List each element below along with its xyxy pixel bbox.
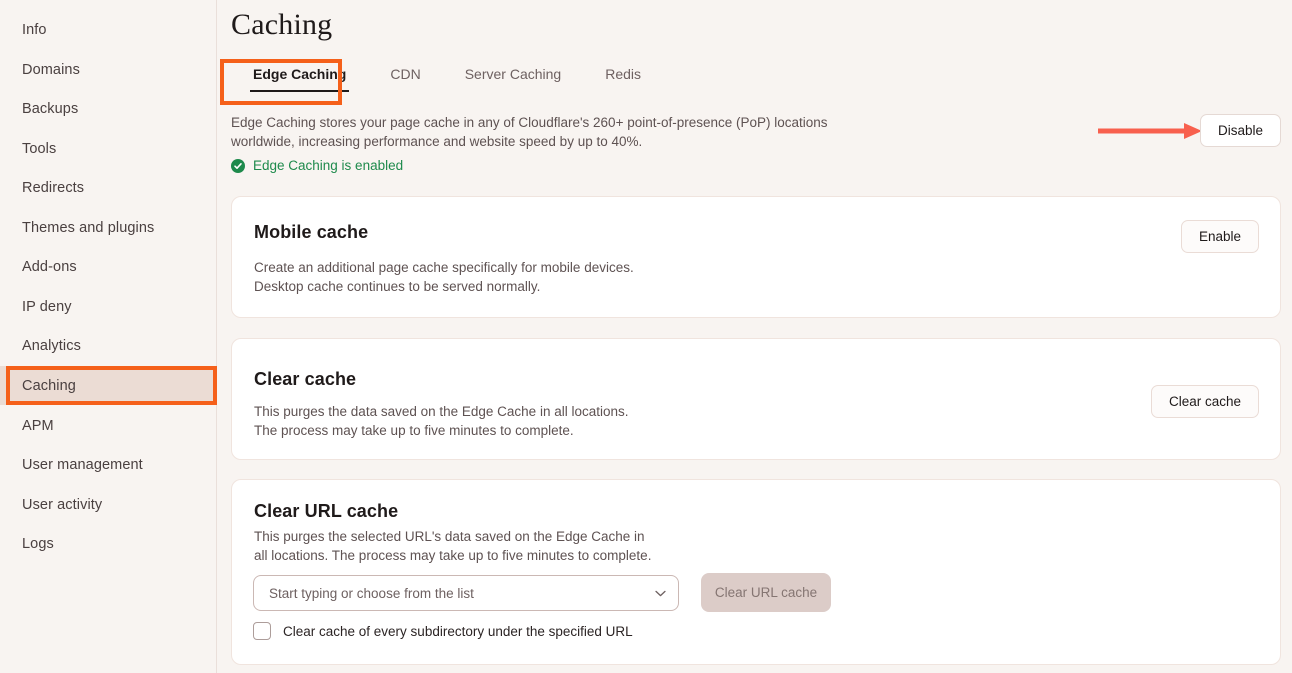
disable-button[interactable]: Disable <box>1199 114 1281 147</box>
sidebar-item-label: IP deny <box>22 298 72 315</box>
tab-bar: Edge Caching CDN Server Caching Redis <box>231 62 663 98</box>
clear-cache-button[interactable]: Clear cache <box>1150 385 1259 418</box>
sidebar-item-label: Info <box>22 21 47 38</box>
tab-edge-caching[interactable]: Edge Caching <box>231 62 368 94</box>
sidebar-item-label: Logs <box>22 535 54 552</box>
tab-cdn[interactable]: CDN <box>368 62 442 94</box>
clear-url-cache-card: Clear URL cache This purges the selected… <box>231 479 1281 665</box>
sidebar-item-ip-deny[interactable]: IP deny <box>0 287 217 326</box>
sidebar: Info Domains Backups Tools Redirects The… <box>0 0 217 673</box>
check-circle-icon <box>231 158 245 173</box>
sidebar-item-domains[interactable]: Domains <box>0 50 217 89</box>
sidebar-item-label: APM <box>22 417 54 434</box>
sidebar-item-label: User activity <box>22 496 103 513</box>
mobile-cache-card: Mobile cache Create an additional page c… <box>231 196 1281 318</box>
clear-url-cache-description-line2: all locations. The process may take up t… <box>254 547 652 563</box>
disable-button-label: Disable <box>1217 123 1263 138</box>
enable-button-label: Enable <box>1198 229 1241 244</box>
mobile-cache-description-line2: Desktop cache continues to be served nor… <box>254 278 541 294</box>
tab-redis[interactable]: Redis <box>583 62 663 94</box>
edge-caching-description: Edge Caching stores your page cache in a… <box>231 115 828 149</box>
sidebar-item-label: Themes and plugins <box>22 219 155 236</box>
status-badge: Edge Caching is enabled <box>231 158 403 173</box>
enable-mobile-cache-button[interactable]: Enable <box>1180 220 1259 253</box>
clear-cache-card: Clear cache This purges the data saved o… <box>231 338 1281 460</box>
sidebar-item-add-ons[interactable]: Add-ons <box>0 247 217 286</box>
mobile-cache-title: Mobile cache <box>254 222 369 242</box>
tab-label: Edge Caching <box>253 66 347 82</box>
clear-url-cache-button[interactable]: Clear URL cache <box>701 573 831 612</box>
sidebar-item-info[interactable]: Info <box>0 10 217 49</box>
tab-server-caching[interactable]: Server Caching <box>443 62 584 94</box>
clear-cache-description-line1: This purges the data saved on the Edge C… <box>254 404 629 419</box>
tab-label: CDN <box>390 66 421 82</box>
tab-label: Redis <box>605 66 641 82</box>
mobile-cache-description: Create an additional page cache specific… <box>254 259 634 296</box>
clear-cache-description-line2: The process may take up to five minutes … <box>254 422 574 438</box>
sidebar-item-backups[interactable]: Backups <box>0 89 217 128</box>
clear-url-cache-description-line1: This purges the selected URL's data save… <box>254 529 645 544</box>
clear-cache-button-label: Clear cache <box>1168 394 1241 409</box>
sidebar-item-label: Caching <box>22 377 76 394</box>
sidebar-item-label: Analytics <box>22 337 81 354</box>
sidebar-item-label: Redirects <box>22 179 85 196</box>
chevron-down-icon <box>655 584 666 602</box>
sidebar-item-analytics[interactable]: Analytics <box>0 326 217 365</box>
clear-url-cache-description: This purges the selected URL's data save… <box>254 528 651 565</box>
arrow-right-icon <box>1098 123 1202 139</box>
page-title: Caching <box>231 8 333 41</box>
sidebar-item-label: Tools <box>22 140 57 157</box>
clear-cache-title: Clear cache <box>254 369 357 389</box>
sidebar-item-user-activity[interactable]: User activity <box>0 485 217 524</box>
sidebar-item-logs[interactable]: Logs <box>0 524 217 563</box>
sidebar-item-caching[interactable]: Caching <box>0 366 217 405</box>
sidebar-item-label: User management <box>22 456 143 473</box>
sidebar-item-apm[interactable]: APM <box>0 406 217 445</box>
sidebar-item-tools[interactable]: Tools <box>0 129 217 168</box>
sidebar-item-label: Backups <box>22 100 79 117</box>
tab-label: Server Caching <box>464 66 562 82</box>
url-select-placeholder: Start typing or choose from the list <box>269 585 474 601</box>
sidebar-item-label: Domains <box>22 61 80 78</box>
mobile-cache-description-line1: Create an additional page cache specific… <box>254 260 634 275</box>
sidebar-item-label: Add-ons <box>22 258 77 275</box>
sidebar-item-redirects[interactable]: Redirects <box>0 168 217 207</box>
subdirectory-checkbox-label: Clear cache of every subdirectory under … <box>283 623 633 639</box>
clear-url-cache-title: Clear URL cache <box>254 501 399 521</box>
clear-url-cache-button-label: Clear URL cache <box>714 585 818 600</box>
sidebar-item-themes-and-plugins[interactable]: Themes and plugins <box>0 208 217 247</box>
subdirectory-option-row: Clear cache of every subdirectory under … <box>253 622 633 640</box>
sidebar-item-user-management[interactable]: User management <box>0 445 217 484</box>
subdirectory-checkbox[interactable] <box>253 622 271 640</box>
clear-cache-description: This purges the data saved on the Edge C… <box>254 403 629 440</box>
main-content: Caching Edge Caching CDN Server Caching … <box>217 0 1292 673</box>
status-text: Edge Caching is enabled <box>253 158 404 173</box>
url-select-dropdown[interactable]: Start typing or choose from the list <box>253 575 679 611</box>
